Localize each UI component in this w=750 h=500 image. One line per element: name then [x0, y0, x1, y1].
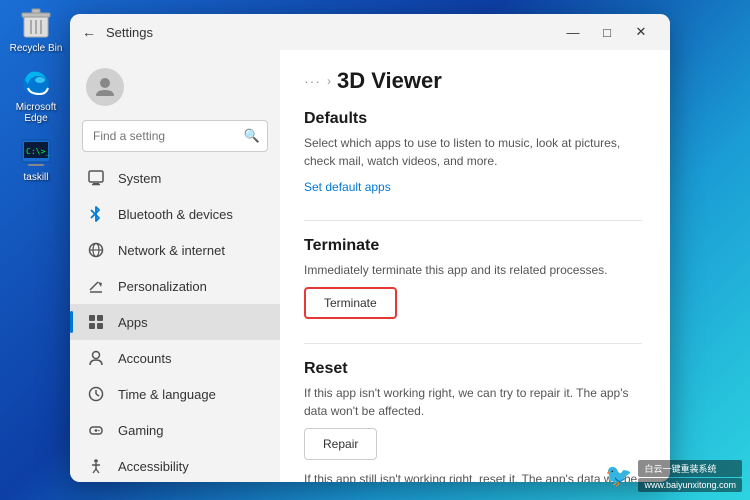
reset-section: Reset If this app isn't working right, w… — [304, 360, 642, 482]
title-bar: ← Settings — □ ✕ — [70, 14, 670, 50]
gaming-label: Gaming — [118, 423, 164, 438]
defaults-title: Defaults — [304, 110, 642, 128]
reset-description1: If this app isn't working right, we can … — [304, 384, 642, 420]
sidebar-item-apps[interactable]: Apps — [70, 304, 280, 340]
sidebar-item-bluetooth[interactable]: Bluetooth & devices — [70, 196, 280, 232]
personalization-label: Personalization — [118, 279, 207, 294]
sidebar-item-network[interactable]: Network & internet — [70, 232, 280, 268]
desktop: Recycle Bin Microsoft Edge C:\>_ — [0, 0, 750, 500]
defaults-section: Defaults Select which apps to use to lis… — [304, 110, 642, 196]
accessibility-icon — [86, 456, 106, 476]
recycle-bin-label: Recycle Bin — [10, 43, 63, 54]
network-label: Network & internet — [118, 243, 225, 258]
window-controls: — □ ✕ — [556, 18, 658, 46]
sidebar-item-accounts[interactable]: Accounts — [70, 340, 280, 376]
bluetooth-label: Bluetooth & devices — [118, 207, 233, 222]
recycle-bin-icon[interactable]: Recycle Bin — [8, 5, 64, 54]
breadcrumb-arrow: › — [327, 74, 331, 88]
sidebar-item-gaming[interactable]: Gaming — [70, 412, 280, 448]
terminate-section: Terminate Immediately terminate this app… — [304, 237, 642, 319]
bluetooth-icon — [86, 204, 106, 224]
taskill-icon[interactable]: C:\>_ taskill — [8, 134, 64, 183]
accounts-icon — [86, 348, 106, 368]
user-avatar — [86, 68, 124, 106]
search-box: 🔍 — [82, 120, 268, 152]
watermark-url: www.baiyunxitong.com — [638, 478, 742, 492]
sidebar-item-time[interactable]: Time & language — [70, 376, 280, 412]
twitter-icon: 🐦 — [605, 463, 632, 489]
user-profile — [70, 58, 280, 120]
divider-2 — [304, 343, 642, 344]
edge-icon[interactable]: Microsoft Edge — [8, 64, 64, 124]
settings-window: ← Settings — □ ✕ — [70, 14, 670, 482]
time-label: Time & language — [118, 387, 216, 402]
network-icon — [86, 240, 106, 260]
svg-text:C:\>_: C:\>_ — [26, 147, 50, 156]
settings-body: 🔍 System Bluetooth & devices — [70, 50, 670, 482]
taskill-label: taskill — [23, 172, 48, 183]
window-title: Settings — [106, 25, 153, 40]
search-input[interactable] — [82, 120, 268, 152]
accounts-label: Accounts — [118, 351, 171, 366]
apps-icon — [86, 312, 106, 332]
search-icon: 🔍 — [244, 128, 260, 144]
time-icon — [86, 384, 106, 404]
maximize-button[interactable]: □ — [590, 18, 624, 46]
reset-title: Reset — [304, 360, 642, 378]
gaming-icon — [86, 420, 106, 440]
divider-1 — [304, 220, 642, 221]
terminate-title: Terminate — [304, 237, 642, 255]
system-label: System — [118, 171, 161, 186]
sidebar: 🔍 System Bluetooth & devices — [70, 50, 280, 482]
accessibility-label: Accessibility — [118, 459, 189, 474]
breadcrumb-dots: ··· — [304, 73, 321, 89]
watermark: 🐦 白云一键重装系统 www.baiyunxitong.com — [605, 460, 742, 492]
back-button[interactable]: ← — [82, 24, 96, 40]
breadcrumb: ··· › 3D Viewer — [304, 68, 642, 94]
watermark-text: 白云一键重装系统 — [638, 460, 742, 477]
apps-label: Apps — [118, 315, 148, 330]
sidebar-item-accessibility[interactable]: Accessibility — [70, 448, 280, 482]
main-content: ··· › 3D Viewer Defaults Select which ap… — [280, 50, 670, 482]
page-title: 3D Viewer — [337, 68, 442, 94]
sidebar-item-system[interactable]: System — [70, 160, 280, 196]
terminate-button[interactable]: Terminate — [304, 287, 397, 319]
reset-description2: If this app still isn't working right, r… — [304, 470, 642, 482]
set-default-apps-link[interactable]: Set default apps — [304, 180, 391, 194]
minimize-button[interactable]: — — [556, 18, 590, 46]
desktop-icons: Recycle Bin Microsoft Edge C:\>_ — [8, 5, 64, 183]
close-button[interactable]: ✕ — [624, 18, 658, 46]
system-icon — [86, 168, 106, 188]
edge-label: Microsoft Edge — [8, 102, 64, 124]
personalization-icon — [86, 276, 106, 296]
defaults-description: Select which apps to use to listen to mu… — [304, 134, 642, 170]
terminate-description: Immediately terminate this app and its r… — [304, 261, 642, 279]
sidebar-item-personalization[interactable]: Personalization — [70, 268, 280, 304]
repair-button[interactable]: Repair — [304, 428, 377, 460]
